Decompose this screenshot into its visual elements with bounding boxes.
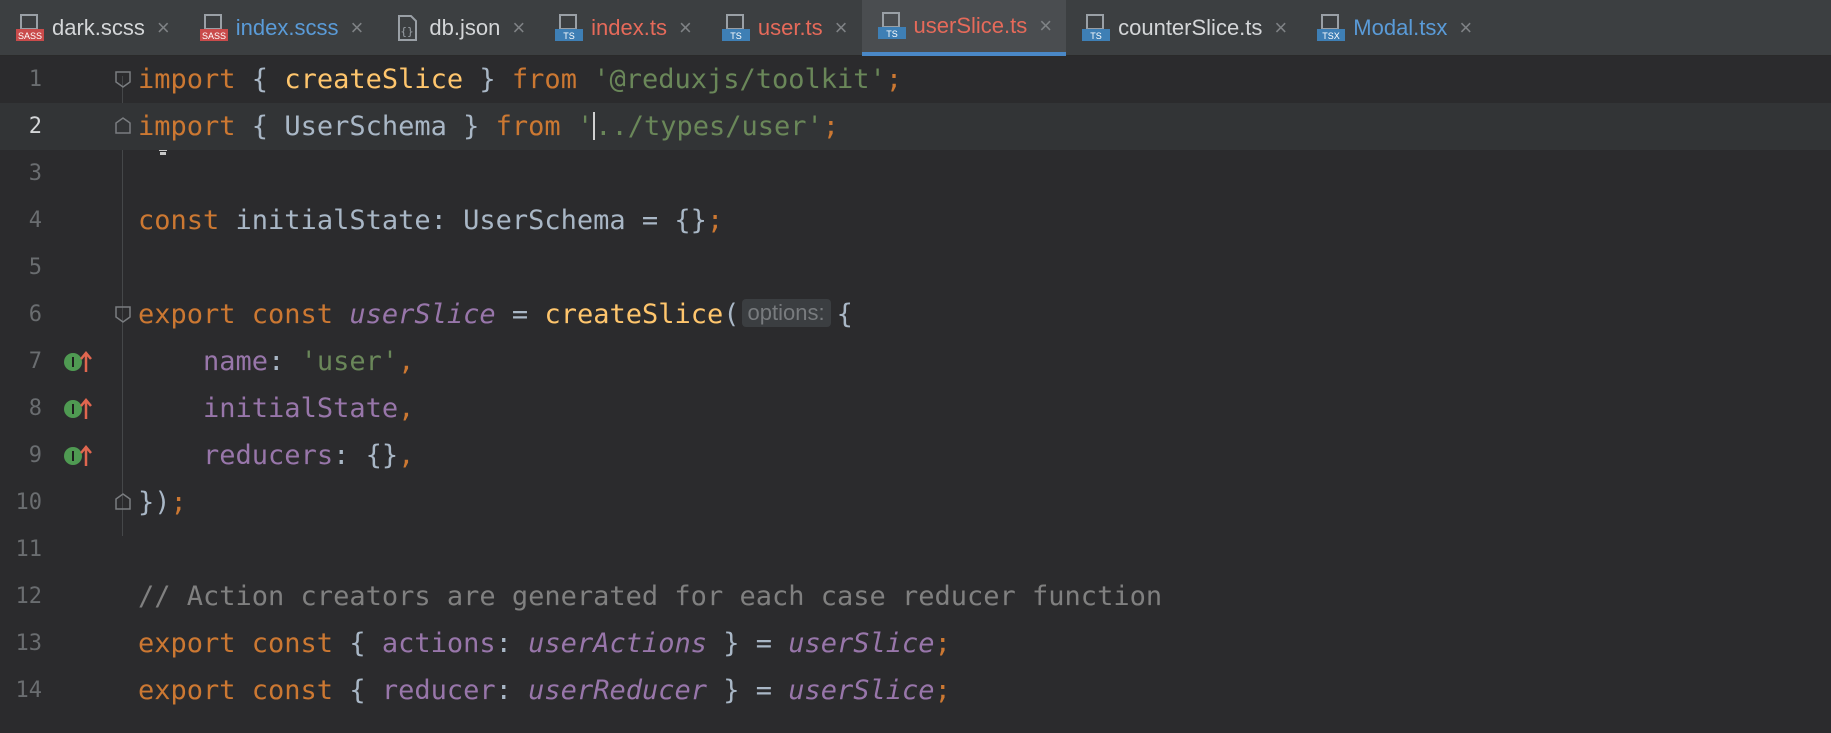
- svg-text:TSX: TSX: [1323, 31, 1341, 41]
- close-icon[interactable]: ×: [1039, 13, 1052, 39]
- code-line[interactable]: 14 export const { reducer: userReducer }…: [0, 667, 1831, 714]
- implements-property-icon[interactable]: [62, 348, 96, 376]
- tab-label: Modal.tsx: [1353, 15, 1448, 40]
- close-icon[interactable]: ×: [679, 15, 692, 41]
- code-editor[interactable]: 1 1 import { createSlice } from '@reduxj…: [0, 56, 1831, 733]
- code-line[interactable]: 1 import { createSlice } from '@reduxjs/…: [0, 56, 1831, 103]
- code-text: import { UserSchema } from '../types/use…: [138, 111, 840, 142]
- code-text: export const { actions: userActions } = …: [138, 628, 951, 659]
- svg-text:TS: TS: [563, 31, 575, 41]
- tab-db-json[interactable]: {} db.json ×: [377, 0, 539, 56]
- tab-modal-tsx[interactable]: TSX Modal.tsx ×: [1301, 0, 1486, 56]
- code-line[interactable]: 5: [0, 244, 1831, 291]
- close-icon[interactable]: ×: [1274, 15, 1287, 41]
- fold-icon[interactable]: [114, 493, 132, 511]
- close-icon[interactable]: ×: [835, 15, 848, 41]
- fold-icon[interactable]: [114, 70, 132, 88]
- typescript-file-icon: TS: [555, 14, 584, 41]
- close-icon[interactable]: ×: [351, 15, 364, 41]
- tab-label: index.scss: [235, 15, 339, 40]
- line-number: 1: [28, 67, 42, 92]
- json-file-icon: {}: [398, 15, 418, 41]
- fold-icon[interactable]: [114, 117, 132, 135]
- implements-property-icon[interactable]: [62, 395, 96, 423]
- line-number: 14: [15, 678, 43, 703]
- code-line[interactable]: 10 });: [0, 479, 1831, 526]
- svg-text:SASS: SASS: [202, 31, 226, 41]
- code-text: reducers: {},: [203, 440, 415, 471]
- code-line[interactable]: 6 export const userSlice = createSlice(o…: [0, 291, 1831, 338]
- close-icon[interactable]: ×: [157, 15, 170, 41]
- code-line-current[interactable]: 2 import { UserSchema } from '../types/u…: [0, 103, 1831, 150]
- code-text: });: [138, 487, 187, 518]
- code-line[interactable]: 13 export const { actions: userActions }…: [0, 620, 1831, 667]
- svg-text:SASS: SASS: [18, 31, 42, 41]
- svg-text:TS: TS: [886, 29, 898, 39]
- line-number: 8: [28, 396, 42, 421]
- editor-tab-bar: SASS dark.scss × SASS index.scss × {} db…: [0, 0, 1831, 56]
- svg-text:TS: TS: [730, 31, 742, 41]
- code-text: const initialState: UserSchema = {};: [138, 205, 724, 236]
- code-text: export const userSlice = createSlice(opt…: [138, 299, 853, 330]
- implements-property-icon[interactable]: [62, 442, 96, 470]
- code-text: // Action creators are generated for eac…: [138, 581, 1163, 612]
- line-number: 2: [28, 114, 42, 139]
- tab-userslice-ts[interactable]: TS userSlice.ts ×: [861, 0, 1067, 56]
- tab-user-ts[interactable]: TS user.ts ×: [706, 0, 862, 56]
- typescript-file-icon: TS: [877, 12, 906, 39]
- code-line[interactable]: 9 reducers: {},: [0, 432, 1831, 479]
- line-number: 3: [28, 161, 42, 186]
- line-number: 12: [15, 584, 43, 609]
- tab-counterslice-ts[interactable]: TS counterSlice.ts ×: [1066, 0, 1301, 56]
- code-line[interactable]: 11: [0, 526, 1831, 573]
- line-number: 4: [28, 208, 42, 233]
- line-number: 7: [28, 349, 42, 374]
- line-number: 13: [15, 631, 43, 656]
- code-text: export const { reducer: userReducer } = …: [138, 675, 951, 706]
- code-text: name: 'user',: [203, 346, 415, 377]
- code-line[interactable]: 12 // Action creators are generated for …: [0, 573, 1831, 620]
- code-line[interactable]: 7 name: 'user',: [0, 338, 1831, 385]
- tab-label: dark.scss: [52, 15, 145, 40]
- line-number: 9: [28, 443, 42, 468]
- code-line[interactable]: 4 const initialState: UserSchema = {};: [0, 197, 1831, 244]
- tab-label: index.ts: [591, 15, 667, 40]
- tab-label: userSlice.ts: [913, 13, 1028, 38]
- tab-index-ts[interactable]: TS index.ts ×: [539, 0, 706, 56]
- code-line[interactable]: 3: [0, 150, 1831, 197]
- code-text: import { createSlice } from '@reduxjs/to…: [138, 64, 903, 95]
- line-number: 11: [15, 537, 43, 562]
- typescript-file-icon: TS: [721, 14, 750, 41]
- line-number: 10: [15, 490, 43, 515]
- tsx-file-icon: TSX: [1317, 14, 1346, 41]
- line-number: 5: [28, 255, 42, 280]
- fold-icon[interactable]: [114, 305, 132, 323]
- tab-index-scss[interactable]: SASS index.scss ×: [184, 0, 378, 56]
- code-text: initialState,: [203, 393, 415, 424]
- tab-label: user.ts: [757, 15, 823, 40]
- typescript-file-icon: TS: [1082, 14, 1111, 41]
- line-number: 6: [28, 302, 42, 327]
- parameter-hint: options:: [741, 299, 831, 327]
- close-icon[interactable]: ×: [512, 15, 525, 41]
- svg-text:TS: TS: [1090, 31, 1102, 41]
- close-icon[interactable]: ×: [1459, 15, 1472, 41]
- code-line[interactable]: 8 initialState,: [0, 385, 1831, 432]
- tab-label: db.json: [429, 15, 501, 40]
- sass-file-icon: SASS: [16, 14, 44, 41]
- svg-text:{}: {}: [401, 25, 414, 38]
- tab-label: counterSlice.ts: [1118, 15, 1263, 40]
- sass-file-icon: SASS: [199, 14, 228, 41]
- tab-dark-scss[interactable]: SASS dark.scss ×: [0, 0, 184, 56]
